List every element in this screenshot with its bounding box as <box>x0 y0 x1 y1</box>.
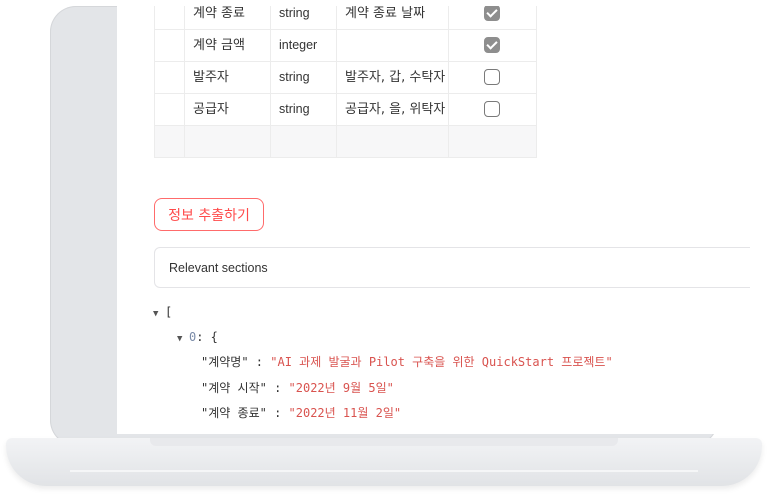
required-cell <box>449 94 537 125</box>
row-index-cell <box>155 62 185 93</box>
collapse-arrow-icon[interactable]: ▼ <box>177 329 189 349</box>
json-value: "2022년 9월 5일" <box>288 381 394 395</box>
row-index-cell <box>155 94 185 125</box>
json-entry: "계약명" : "AI 과제 발굴과 Pilot 구축을 위한 QuickSta… <box>201 352 613 372</box>
field-desc-cell[interactable]: 계약 종료 날짜 <box>337 6 449 29</box>
json-separator: : <box>266 381 289 395</box>
table-row: 공급자 string 공급자, 을, 위탁자 <box>155 94 537 126</box>
row-index-cell <box>155 6 185 29</box>
json-item-line: ▼ 0: { <box>177 327 218 347</box>
table-row: 발주자 string 발주자, 갑, 수탁자 <box>155 62 537 94</box>
field-type-cell[interactable]: integer <box>271 30 337 61</box>
json-key: "계약 종료" <box>201 406 267 420</box>
table-row: 계약 금액 integer <box>155 30 537 62</box>
json-item-open: : { <box>196 330 218 344</box>
json-entry: "계약 시작" : "2022년 9월 5일" <box>201 378 394 398</box>
json-value: "2022년 11월 2일" <box>288 406 402 420</box>
field-name-cell[interactable]: 공급자 <box>185 94 271 125</box>
expander-label: Relevant sections <box>169 261 268 275</box>
table-new-row[interactable] <box>155 126 537 158</box>
required-checkbox[interactable] <box>484 37 500 53</box>
collapse-arrow-icon[interactable]: ▼ <box>153 304 165 324</box>
json-key: "계약명" <box>201 355 249 369</box>
field-desc-cell[interactable]: 공급자, 을, 위탁자 <box>337 94 449 125</box>
table-row: 계약 종료 string 계약 종료 날짜 <box>155 6 537 30</box>
field-type-cell[interactable]: string <box>271 6 337 29</box>
laptop-lid: 계약 종료 string 계약 종료 날짜 계약 금액 integer 발주자 … <box>50 6 750 446</box>
required-cell <box>449 6 537 29</box>
field-type-cell[interactable] <box>271 126 337 157</box>
json-root-line: ▼[ <box>153 302 172 322</box>
required-checkbox[interactable] <box>484 6 500 21</box>
required-cell[interactable] <box>449 126 537 157</box>
extract-info-button[interactable]: 정보 추출하기 <box>154 198 264 231</box>
relevant-sections-expander[interactable]: Relevant sections <box>154 247 750 288</box>
field-name-cell[interactable]: 발주자 <box>185 62 271 93</box>
row-index-cell <box>155 126 185 157</box>
field-name-cell[interactable]: 계약 종료 <box>185 6 271 29</box>
app-screen: 계약 종료 string 계약 종료 날짜 계약 금액 integer 발주자 … <box>117 6 750 434</box>
schema-table: 계약 종료 string 계약 종료 날짜 계약 금액 integer 발주자 … <box>154 6 537 158</box>
field-type-cell[interactable]: string <box>271 62 337 93</box>
field-name-cell[interactable]: 계약 금액 <box>185 30 271 61</box>
json-open-bracket: [ <box>165 305 173 319</box>
required-cell <box>449 30 537 61</box>
required-checkbox[interactable] <box>484 101 500 117</box>
field-desc-cell[interactable] <box>337 30 449 61</box>
field-desc-cell[interactable]: 발주자, 갑, 수탁자 <box>337 62 449 93</box>
json-entry: "계약 종료" : "2022년 11월 2일" <box>201 403 401 423</box>
row-index-cell <box>155 30 185 61</box>
json-separator: : <box>266 406 289 420</box>
json-key: "계약 시작" <box>201 381 267 395</box>
json-separator: : <box>248 355 271 369</box>
field-type-cell[interactable]: string <box>271 94 337 125</box>
laptop-base-highlight <box>70 470 698 472</box>
field-desc-cell[interactable] <box>337 126 449 157</box>
required-cell <box>449 62 537 93</box>
json-value: "AI 과제 발굴과 Pilot 구축을 위한 QuickStart 프로젝트" <box>270 355 613 369</box>
laptop-hinge <box>150 438 618 446</box>
field-name-cell[interactable] <box>185 126 271 157</box>
required-checkbox[interactable] <box>484 69 500 85</box>
